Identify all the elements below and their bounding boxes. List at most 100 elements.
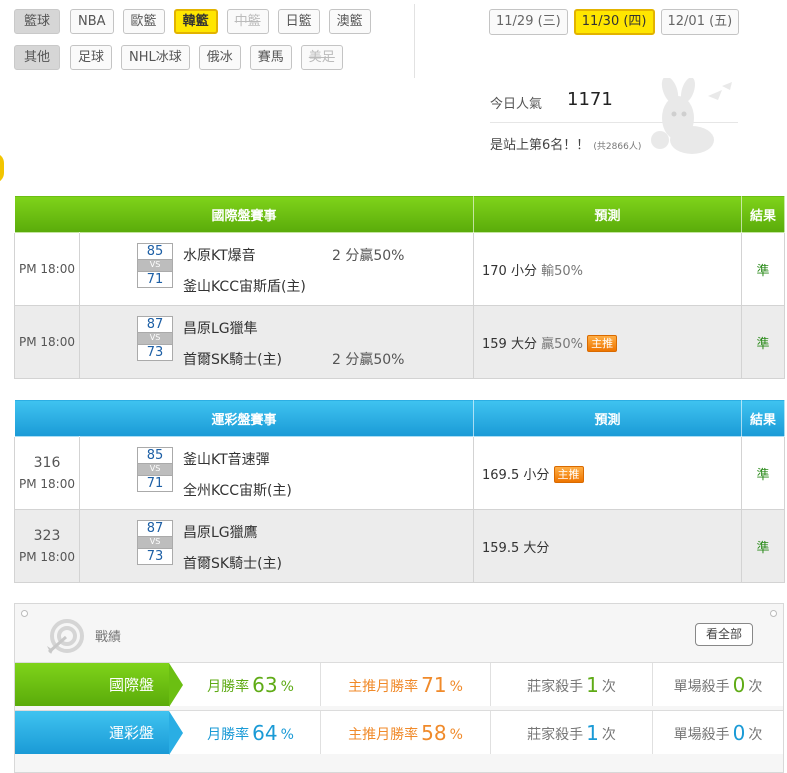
- nav-item-russia-hockey[interactable]: 俄冰: [198, 45, 241, 70]
- featured-win-rate-value: 71: [421, 673, 447, 697]
- time-cell: PM 18:00: [14, 232, 80, 306]
- game-cell: 87 VS 73 昌原LG獵隼 首爾SK騎士(主) 2 分贏50%: [78, 305, 475, 379]
- single-killer-label: 單場殺手: [673, 679, 730, 695]
- count-unit: 次: [748, 679, 763, 695]
- team-home[interactable]: 全州KCC宙斯(主): [183, 480, 292, 500]
- prediction-extra: 贏50%: [541, 336, 584, 352]
- month-win-rate-label: 月勝率: [207, 727, 250, 743]
- side-tab[interactable]: [0, 153, 4, 183]
- score-away: 87: [137, 520, 173, 537]
- nav-item-nba[interactable]: NBA: [70, 9, 114, 34]
- column-header-result: 結果: [741, 399, 786, 437]
- score-home: 71: [137, 475, 173, 492]
- table-row: 316 PM 18:00 85 VS 71 釜山KT音速彈 全州KCC宙斯(主)…: [14, 436, 786, 510]
- team-home[interactable]: 釜山KCC宙斯盾(主): [183, 276, 306, 296]
- banker-killer-label: 莊家殺手: [527, 727, 584, 743]
- banker-killer-value: 1: [586, 721, 599, 745]
- column-header-result: 結果: [741, 195, 786, 233]
- month-win-rate-value: 63: [252, 673, 278, 697]
- target-arrow-icon: [45, 616, 85, 660]
- date-prev[interactable]: 11/29 (三): [489, 9, 568, 35]
- match-time: PM 18:00: [19, 262, 75, 276]
- month-win-rate: 月勝率 63%: [169, 663, 321, 706]
- team-away[interactable]: 昌原LG獵隼: [183, 318, 258, 338]
- international-table: 國際盤賽事 預測 結果 PM 18:00 85 VS 71 水原KT爆音 釜山K…: [13, 195, 786, 379]
- team-away[interactable]: 釜山KT音速彈: [183, 449, 270, 469]
- score-home: 71: [137, 271, 173, 288]
- game-cell: 85 VS 71 水原KT爆音 釜山KCC宙斯盾(主) 2 分贏50%: [78, 232, 475, 306]
- nav-item-horse-racing[interactable]: 賽馬: [249, 45, 292, 70]
- stat-row-label: 運彩盤: [15, 711, 183, 755]
- month-win-rate: 月勝率 64%: [169, 711, 321, 754]
- game-cell: 85 VS 71 釜山KT音速彈 全州KCC宙斯(主): [78, 436, 475, 510]
- result-cell: 準: [741, 232, 786, 306]
- prediction-cell: 159 大分 贏50% 主推: [473, 305, 743, 379]
- banker-killer: 莊家殺手 1 次: [491, 663, 653, 706]
- stat-row-international: 國際盤 月勝率 63% 主推月勝率 71% 莊家殺手 1 次 單場殺手 0 次: [15, 662, 783, 707]
- score-box: 87 VS 73: [137, 520, 173, 565]
- game-cell: 87 VS 73 昌原LG獵鷹 首爾SK騎士(主): [78, 509, 475, 583]
- nav-category-label: 其他: [14, 45, 60, 70]
- team-away[interactable]: 水原KT爆音: [183, 245, 256, 265]
- team-away[interactable]: 昌原LG獵鷹: [183, 522, 258, 542]
- column-header-prediction: 預測: [473, 399, 743, 437]
- nav-item-korea-basketball[interactable]: 韓籃: [173, 9, 218, 34]
- score-home: 73: [137, 548, 173, 565]
- percent-sign: %: [449, 679, 463, 695]
- match-time: PM 18:00: [19, 335, 75, 349]
- nav-item-nhl[interactable]: NHL冰球: [121, 45, 190, 70]
- score-away: 85: [137, 447, 173, 464]
- banker-killer: 莊家殺手 1 次: [491, 711, 653, 754]
- nav-item-euro-basketball[interactable]: 歐籃: [122, 9, 165, 34]
- column-header-prediction: 預測: [473, 195, 743, 233]
- single-killer: 單場殺手 0 次: [653, 711, 783, 754]
- lottery-table: 運彩盤賽事 預測 結果 316 PM 18:00 85 VS 71 釜山KT音速…: [13, 399, 786, 583]
- month-win-rate-label: 月勝率: [207, 679, 250, 695]
- vs-label: VS: [137, 333, 173, 344]
- time-cell: 323 PM 18:00: [14, 509, 80, 583]
- vs-label: VS: [137, 260, 173, 271]
- spread-text: 2 分贏50%: [332, 248, 405, 264]
- count-unit: 次: [601, 727, 616, 743]
- rabbit-mascot-icon: [630, 76, 740, 166]
- prediction-cell: 170 小分 輸50%: [473, 232, 743, 306]
- nav-divider: [414, 4, 415, 78]
- game-number: 323: [33, 528, 61, 544]
- single-killer-value: 0: [732, 673, 746, 697]
- team-home[interactable]: 首爾SK騎士(主): [183, 349, 282, 369]
- team-home[interactable]: 首爾SK騎士(主): [183, 553, 282, 573]
- nav-item-australia-basketball[interactable]: 澳籃: [328, 9, 371, 34]
- count-unit: 次: [601, 679, 616, 695]
- featured-win-rate-label: 主推月勝率: [348, 727, 419, 743]
- result-cell: 準: [741, 305, 786, 379]
- vs-label: VS: [137, 537, 173, 548]
- score-away: 87: [137, 316, 173, 333]
- nav-category-label: 籃球: [14, 9, 60, 34]
- prediction-main: 170 小分: [482, 263, 537, 279]
- stat-row-lottery: 運彩盤 月勝率 64% 主推月勝率 58% 莊家殺手 1 次 單場殺手 0 次: [15, 710, 783, 755]
- month-win-rate-value: 64: [252, 721, 278, 745]
- nav-item-china-basketball: 中籃: [226, 9, 269, 34]
- prediction-main: 159 大分: [482, 336, 537, 352]
- nav-item-american-football: 美足: [300, 45, 343, 70]
- prediction-extra: 輸50%: [541, 263, 584, 279]
- result-cell: 準: [741, 436, 786, 510]
- banker-killer-label: 莊家殺手: [527, 679, 584, 695]
- spread-text: 2 分贏50%: [332, 352, 405, 368]
- result-cell: 準: [741, 509, 786, 583]
- corner-pin: [770, 610, 777, 617]
- single-killer: 單場殺手 0 次: [653, 663, 783, 706]
- percent-sign: %: [280, 727, 294, 743]
- nav-row-basketball: 籃球 NBA 歐籃 韓籃 中籃 日籃 澳籃: [14, 9, 380, 34]
- time-cell: PM 18:00: [14, 305, 80, 379]
- percent-sign: %: [280, 679, 294, 695]
- date-next[interactable]: 12/01 (五): [660, 9, 740, 35]
- nav-item-japan-basketball[interactable]: 日籃: [277, 9, 320, 34]
- column-header-match: 國際盤賽事: [13, 195, 475, 233]
- nav-item-football[interactable]: 足球: [70, 45, 113, 70]
- date-current[interactable]: 11/30 (四): [573, 9, 655, 35]
- corner-pin: [21, 610, 28, 617]
- single-killer-label: 單場殺手: [673, 727, 730, 743]
- featured-badge: 主推: [553, 465, 584, 483]
- view-all-button[interactable]: 看全部: [695, 623, 754, 646]
